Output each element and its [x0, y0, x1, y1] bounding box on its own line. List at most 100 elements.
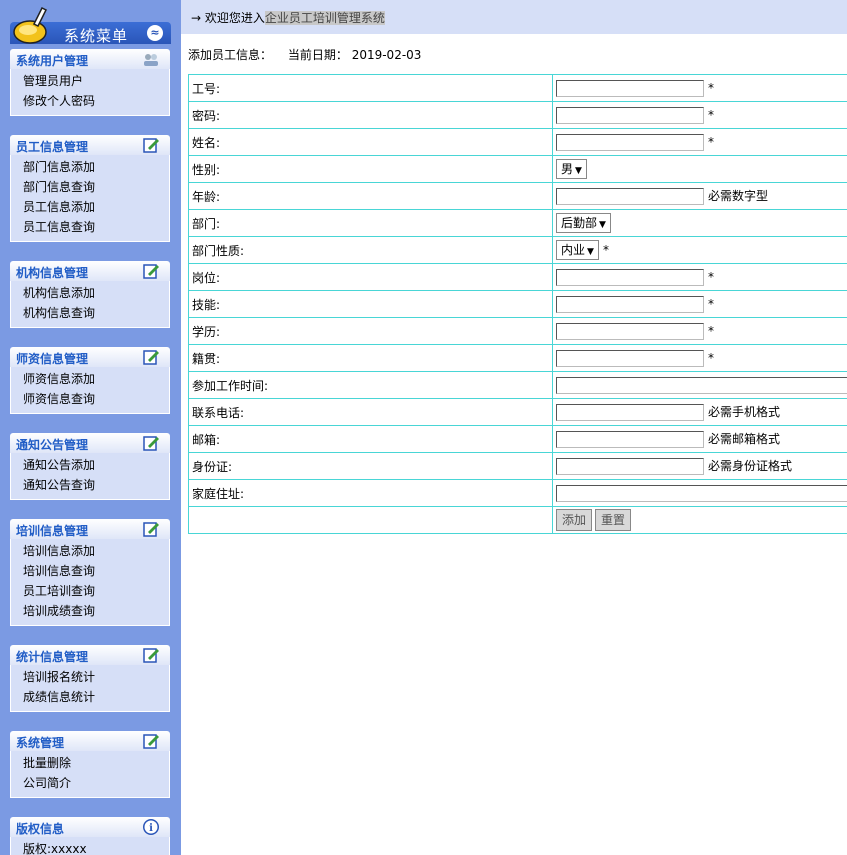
date-label: 当前日期：: [287, 48, 348, 62]
field-select[interactable]: 内业 ▼: [556, 240, 599, 260]
sidebar-item[interactable]: 部门信息添加: [11, 157, 169, 177]
field-input[interactable]: [556, 322, 704, 340]
sidebar-section-header[interactable]: 师资信息管理: [10, 347, 170, 367]
sidebar-item[interactable]: 机构信息添加: [11, 283, 169, 303]
field-input[interactable]: [556, 458, 704, 475]
field-input[interactable]: [556, 133, 704, 151]
sidebar-item[interactable]: 部门信息查询: [11, 177, 169, 197]
field-label: 学历:: [188, 317, 553, 345]
sidebar: 系统菜单 ≈ 系统用户管理 管理员用户 修改个人密码 员工信息管理 部门信息添加 部门信息…: [0, 0, 181, 855]
field-input[interactable]: [556, 376, 847, 394]
sidebar-section: 版权信息 i 版权:xxxxx: [10, 817, 170, 855]
field-input[interactable]: [556, 106, 704, 124]
edit-icon: [143, 734, 159, 749]
welcome-label: 欢迎您进入: [204, 11, 265, 25]
field-cell: 必需数字型: [552, 182, 847, 210]
form-row: 姓名: *: [188, 128, 847, 156]
field-cell: [552, 371, 847, 399]
field-select[interactable]: 男 ▼: [556, 159, 587, 179]
field-label: 岗位:: [188, 263, 553, 291]
required-mark: *: [708, 134, 714, 149]
field-input[interactable]: [556, 484, 847, 502]
sidebar-item[interactable]: 通知公告查询: [11, 475, 169, 495]
field-label: 身份证:: [188, 452, 553, 480]
field-input[interactable]: [556, 295, 704, 313]
sidebar-item[interactable]: 培训信息添加: [11, 541, 169, 561]
page-title: 添加员工信息：: [188, 48, 273, 62]
field-input[interactable]: [556, 404, 704, 421]
sidebar-item[interactable]: 培训成绩查询: [11, 601, 169, 621]
sidebar-item[interactable]: 成绩信息统计: [11, 687, 169, 707]
sidebar-section-header[interactable]: 机构信息管理: [10, 261, 170, 281]
field-label: 性别:: [188, 155, 553, 183]
sidebar-section-header[interactable]: 版权信息 i: [10, 817, 170, 837]
sidebar-section-header[interactable]: 通知公告管理: [10, 433, 170, 453]
sidebar-item[interactable]: 通知公告添加: [11, 455, 169, 475]
sidebar-section: 培训信息管理 培训信息添加 培训信息查询 员工培训查询 培训成绩查询: [10, 519, 170, 626]
sidebar-item[interactable]: 师资信息查询: [11, 389, 169, 409]
sidebar-section: 系统用户管理 管理员用户 修改个人密码: [10, 49, 170, 116]
field-cell: 必需手机格式: [552, 398, 847, 426]
sidebar-item[interactable]: 员工培训查询: [11, 581, 169, 601]
sidebar-item[interactable]: 机构信息查询: [11, 303, 169, 323]
sidebar-item[interactable]: 批量删除: [11, 753, 169, 773]
sidebar-section-title: 版权信息: [16, 822, 65, 836]
field-select[interactable]: 后勤部 ▼: [556, 213, 611, 233]
employee-form: 工号: * 密码: * 姓名: * 性别: 男 ▼ 年龄: 必需数字型 部门: 后勤部 ▼ 部门性质: 内业 ▼…: [188, 74, 847, 534]
current-date: 2019-02-03: [351, 48, 422, 62]
menu-header: 系统菜单 ≈: [10, 0, 171, 45]
sidebar-item[interactable]: 公司简介: [11, 773, 169, 793]
dropdown-arrow-icon: ▼: [587, 247, 594, 257]
welcome-bar: → 欢迎您进入企业员工培训管理系统: [181, 0, 847, 34]
field-cell: *: [552, 74, 847, 102]
sidebar-section-body: 批量删除 公司简介: [10, 751, 170, 798]
field-input[interactable]: [556, 349, 704, 367]
sidebar-item[interactable]: 员工信息添加: [11, 197, 169, 217]
sidebar-section-header[interactable]: 员工信息管理: [10, 135, 170, 155]
sidebar-section-header[interactable]: 培训信息管理: [10, 519, 170, 539]
add-button[interactable]: 添加: [556, 509, 593, 531]
sidebar-item[interactable]: 培训报名统计: [11, 667, 169, 687]
sidebar-item[interactable]: 师资信息添加: [11, 369, 169, 389]
form-row: 部门性质: 内业 ▼ *: [188, 236, 847, 264]
arrow-icon: →: [191, 11, 202, 25]
sidebar-section-body: 通知公告添加 通知公告查询: [10, 453, 170, 500]
field-input[interactable]: [556, 268, 704, 286]
system-name: 企业员工培训管理系统: [264, 11, 385, 25]
edit-icon: [143, 264, 159, 279]
format-hint: 必需邮箱格式: [708, 432, 781, 446]
form-row: 年龄: 必需数字型: [188, 182, 847, 210]
required-mark: *: [708, 80, 714, 95]
sidebar-section-body: 师资信息添加 师资信息查询: [10, 367, 170, 414]
sidebar-item[interactable]: 管理员用户: [11, 71, 169, 91]
field-input[interactable]: [556, 431, 704, 448]
sidebar-section-title: 机构信息管理: [16, 266, 89, 280]
form-row: 部门: 后勤部 ▼: [188, 209, 847, 237]
form-actions-row: 添加 重置: [188, 506, 847, 534]
reset-button[interactable]: 重置: [595, 509, 632, 531]
sidebar-section: 师资信息管理 师资信息添加 师资信息查询: [10, 347, 170, 414]
sidebar-section-body: 部门信息添加 部门信息查询 员工信息添加 员工信息查询: [10, 155, 170, 242]
field-label: 部门性质:: [188, 236, 553, 264]
collapse-menu-icon[interactable]: ≈: [147, 25, 163, 41]
field-input[interactable]: [556, 188, 704, 205]
edit-icon: [143, 138, 159, 153]
sidebar-section: 通知公告管理 通知公告添加 通知公告查询: [10, 433, 170, 500]
sidebar-item[interactable]: 修改个人密码: [11, 91, 169, 111]
welcome-text: → 欢迎您进入企业员工培训管理系统: [191, 9, 385, 26]
sidebar-section-header[interactable]: 系统用户管理: [10, 49, 170, 69]
field-label: 邮箱:: [188, 425, 553, 453]
field-label: 联系电话:: [188, 398, 553, 426]
sidebar-item[interactable]: 培训信息查询: [11, 561, 169, 581]
page-info: 添加员工信息： 当前日期： 2019-02-03: [188, 46, 421, 63]
field-cell: 后勤部 ▼: [552, 209, 847, 237]
field-input[interactable]: [556, 79, 704, 97]
sidebar-item[interactable]: 员工信息查询: [11, 217, 169, 237]
sidebar-section-title: 系统管理: [16, 736, 65, 750]
sidebar-section-header[interactable]: 系统管理: [10, 731, 170, 751]
sidebar-section: 机构信息管理机构信息添加 机构信息查询: [10, 261, 170, 328]
sidebar-section-title: 师资信息管理: [16, 352, 89, 366]
sidebar-section-header[interactable]: 统计信息管理: [10, 645, 170, 665]
empty-cell: [188, 506, 553, 534]
sidebar-section-title: 统计信息管理: [16, 650, 89, 664]
